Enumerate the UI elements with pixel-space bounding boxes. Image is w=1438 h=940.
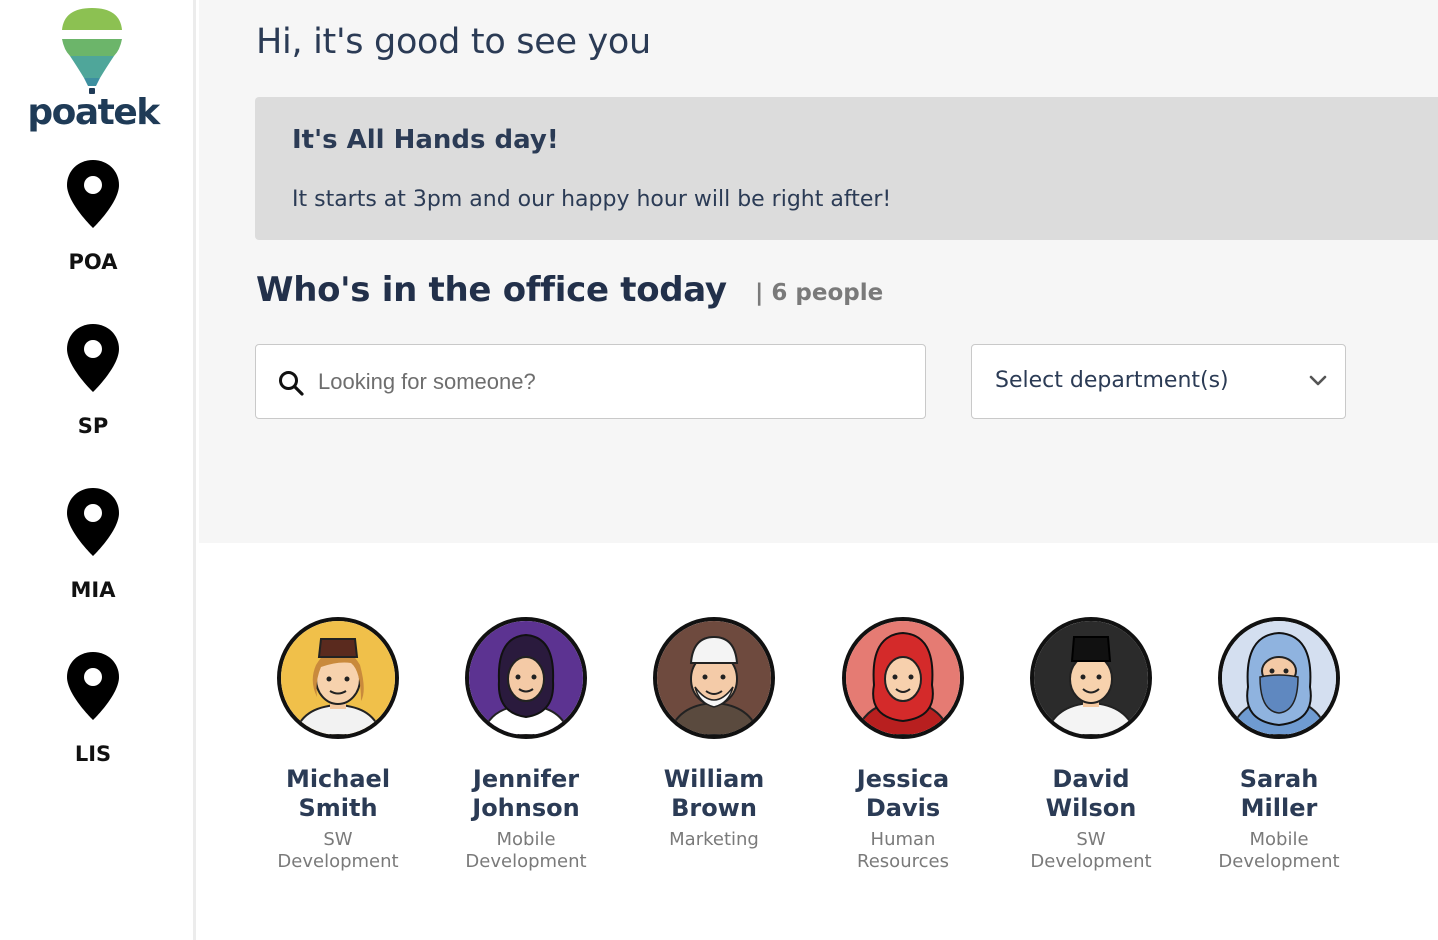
greeting-heading: Hi, it's good to see you bbox=[256, 22, 651, 62]
header-section: Hi, it's good to see you It's All Hands … bbox=[199, 0, 1438, 543]
person-last-name: Smith bbox=[298, 794, 378, 822]
map-pin-icon bbox=[67, 488, 119, 556]
person-last-name: Brown bbox=[671, 794, 757, 822]
chevron-down-icon bbox=[1309, 375, 1327, 386]
map-pin-icon bbox=[67, 160, 119, 228]
department-select[interactable]: Select department(s) bbox=[971, 344, 1346, 419]
person-avatar-icon bbox=[281, 621, 395, 735]
search-box[interactable] bbox=[255, 344, 926, 419]
person-card[interactable]: Sarah Miller Mobile Development bbox=[1185, 617, 1373, 873]
department-line-1: Marketing bbox=[669, 829, 759, 850]
person-card[interactable]: Jessica Davis Human Resources bbox=[809, 617, 997, 873]
person-name: Jennifer Johnson bbox=[432, 765, 620, 823]
location-label: POA bbox=[68, 250, 118, 274]
person-name: David Wilson bbox=[997, 765, 1185, 823]
person-department: Mobile Development bbox=[432, 829, 620, 873]
person-department: SW Development bbox=[244, 829, 432, 873]
location-mia[interactable]: MIA bbox=[0, 486, 186, 602]
announcement-title: It's All Hands day! bbox=[292, 125, 559, 155]
department-line-1: Human bbox=[870, 829, 936, 850]
location-lis[interactable]: LIS bbox=[0, 650, 186, 766]
person-card[interactable]: William Brown Marketing bbox=[620, 617, 808, 851]
people-count: | 6 people bbox=[755, 280, 884, 306]
department-line-1: SW bbox=[1076, 829, 1106, 850]
avatar bbox=[842, 617, 964, 739]
person-avatar-icon bbox=[846, 621, 960, 735]
person-avatar-icon bbox=[1222, 621, 1336, 735]
person-first-name: Jessica bbox=[856, 765, 950, 793]
department-line-2: Development bbox=[1218, 851, 1340, 872]
person-card[interactable]: Michael Smith SW Development bbox=[244, 617, 432, 873]
person-department: SW Development bbox=[997, 829, 1185, 873]
avatar bbox=[653, 617, 775, 739]
person-first-name: Sarah bbox=[1239, 765, 1319, 793]
location-label: MIA bbox=[70, 578, 116, 602]
person-first-name: William bbox=[663, 765, 765, 793]
map-pin-icon bbox=[67, 652, 119, 720]
person-department: Mobile Development bbox=[1185, 829, 1373, 873]
department-line-2: Development bbox=[277, 851, 399, 872]
person-avatar-icon bbox=[657, 621, 771, 735]
department-line-1: Mobile bbox=[496, 829, 556, 850]
person-first-name: Michael bbox=[285, 765, 391, 793]
location-poa[interactable]: POA bbox=[0, 158, 186, 274]
person-last-name: Wilson bbox=[1045, 794, 1137, 822]
person-avatar-icon bbox=[469, 621, 583, 735]
person-first-name: David bbox=[1052, 765, 1130, 793]
person-last-name: Miller bbox=[1240, 794, 1318, 822]
person-name: Sarah Miller bbox=[1185, 765, 1373, 823]
balloon-logo-icon bbox=[62, 8, 122, 94]
announcement-text: It starts at 3pm and our happy hour will… bbox=[292, 187, 892, 212]
department-line-1: SW bbox=[323, 829, 353, 850]
person-first-name: Jennifer bbox=[472, 765, 580, 793]
brand-name: poatek bbox=[27, 92, 160, 133]
department-line-1: Mobile bbox=[1249, 829, 1309, 850]
person-name: William Brown bbox=[620, 765, 808, 823]
person-department: Human Resources bbox=[809, 829, 997, 873]
person-card[interactable]: Jennifer Johnson Mobile Development bbox=[432, 617, 620, 873]
person-name: Michael Smith bbox=[244, 765, 432, 823]
avatar bbox=[1218, 617, 1340, 739]
person-name: Jessica Davis bbox=[809, 765, 997, 823]
department-select-value: Select department(s) bbox=[995, 368, 1229, 393]
person-last-name: Davis bbox=[865, 794, 941, 822]
location-sp[interactable]: SP bbox=[0, 322, 186, 438]
search-input[interactable] bbox=[318, 359, 898, 405]
avatar bbox=[277, 617, 399, 739]
person-last-name: Johnson bbox=[472, 794, 580, 822]
map-pin-icon bbox=[67, 324, 119, 392]
department-line-2: Development bbox=[1030, 851, 1152, 872]
avatar bbox=[1030, 617, 1152, 739]
person-avatar-icon bbox=[1034, 621, 1148, 735]
announcement-banner: It's All Hands day! It starts at 3pm and… bbox=[255, 97, 1438, 240]
search-icon bbox=[279, 371, 304, 396]
location-label: LIS bbox=[74, 742, 112, 766]
person-card[interactable]: David Wilson SW Development bbox=[997, 617, 1185, 873]
poatek-logo[interactable]: poatek bbox=[26, 4, 160, 134]
department-line-2: Development bbox=[465, 851, 587, 872]
avatar bbox=[465, 617, 587, 739]
sidebar: poatek POA SP MIA LIS bbox=[0, 0, 196, 940]
department-line-2: Resources bbox=[857, 851, 949, 872]
location-label: SP bbox=[77, 414, 109, 438]
person-department: Marketing bbox=[620, 829, 808, 851]
office-section-title: Who's in the office today bbox=[256, 270, 727, 310]
